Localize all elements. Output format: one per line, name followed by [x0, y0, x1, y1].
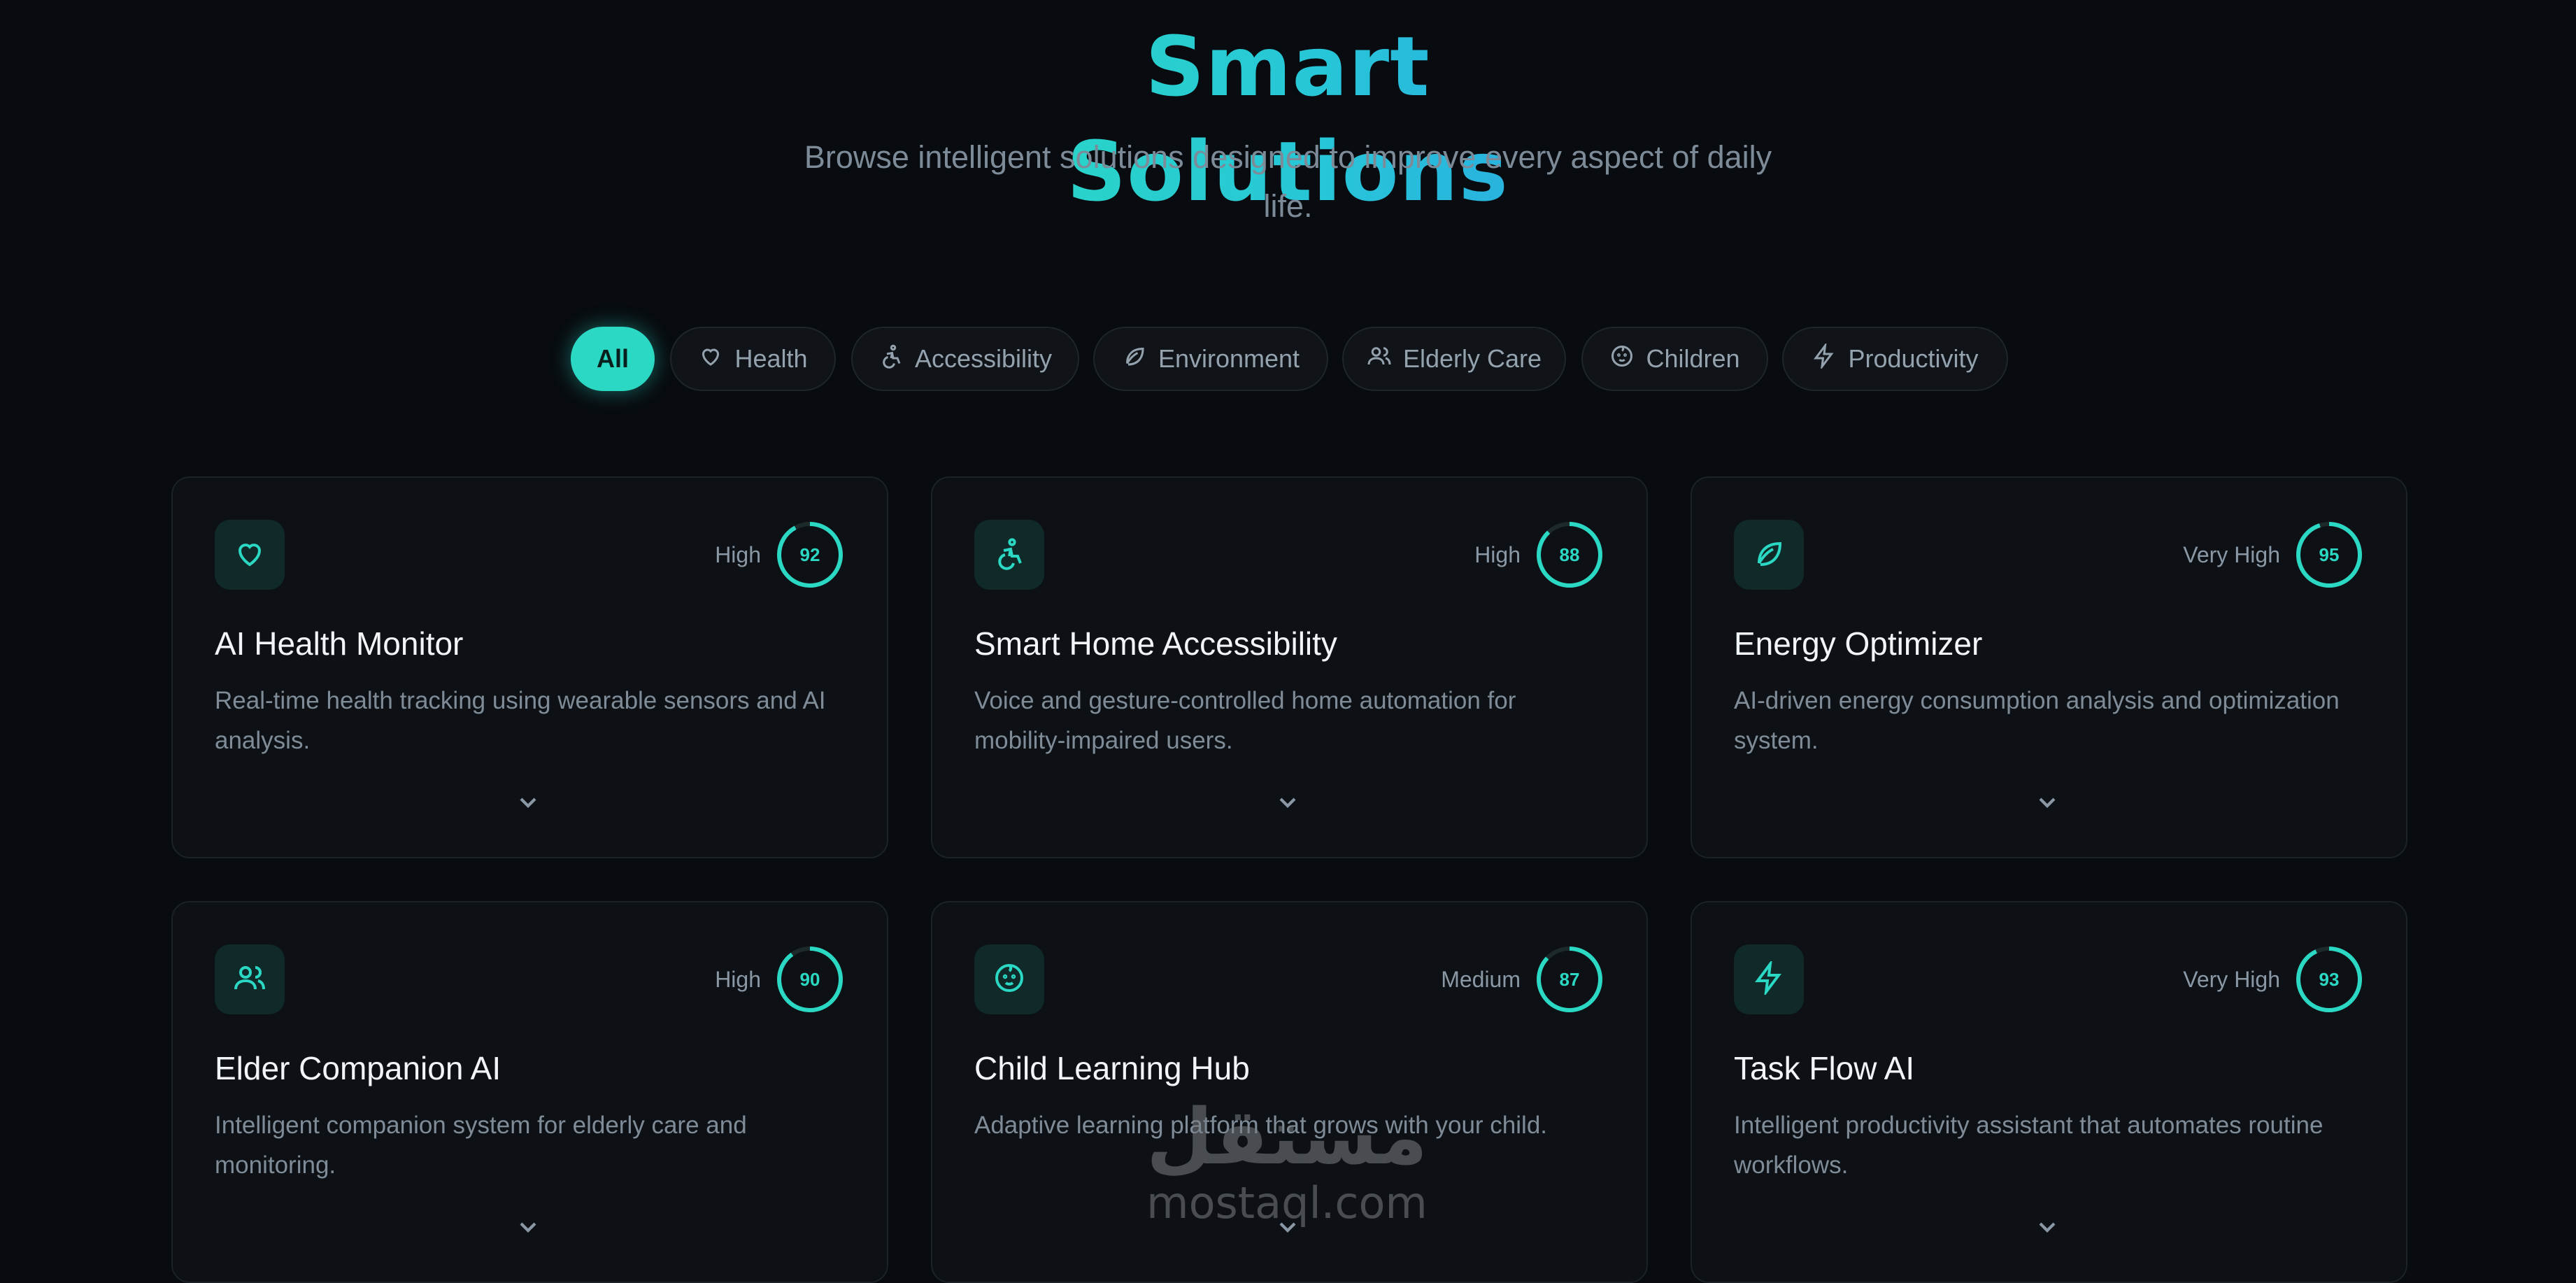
lightning-icon [1812, 341, 1837, 375]
score-ring: 93 [2294, 944, 2364, 1014]
impact-level: High [715, 967, 761, 992]
card-title: Energy Optimizer [1734, 625, 1983, 662]
filter-label: Accessibility [914, 344, 1053, 373]
filter-label: Environment [1158, 344, 1300, 373]
card-title: Elder Companion AI [215, 1050, 501, 1086]
filter-accessibility[interactable]: Accessibility [851, 327, 1079, 391]
score-value: 87 [1559, 968, 1580, 990]
impact-level: Medium [1441, 967, 1521, 992]
filter-all[interactable]: All [571, 327, 655, 391]
filter-productivity[interactable]: Productivity [1782, 327, 2008, 391]
watermark-arabic: مستقل [1146, 1092, 1428, 1182]
filter-children[interactable]: Children [1581, 327, 1768, 391]
accessibility-icon [992, 537, 1026, 574]
solution-card[interactable]: High 92 AI Health Monitor Real-time heal… [171, 476, 888, 858]
card-icon-box [974, 520, 1044, 590]
solution-card[interactable]: High 90 Elder Companion AI Intelligent c… [171, 901, 888, 1283]
card-icon-box [1734, 944, 1804, 1014]
card-description: Real-time health tracking using wearable… [215, 687, 826, 754]
users-icon [233, 961, 266, 998]
score-ring: 87 [1535, 944, 1604, 1014]
score-ring: 88 [1535, 520, 1604, 590]
filter-label: All [596, 344, 629, 373]
card-title: Child Learning Hub [974, 1050, 1250, 1086]
solution-card[interactable]: Very High 95 Energy Optimizer AI-driven … [1691, 476, 2407, 858]
score-value: 93 [2319, 968, 2340, 990]
card-title: Task Flow AI [1734, 1050, 1915, 1086]
score-ring: 92 [775, 520, 845, 590]
filter-environment[interactable]: Environment [1093, 327, 1328, 391]
card-description: AI-driven energy consumption analysis an… [1734, 687, 2340, 754]
solution-card[interactable]: Very High 93 Task Flow AI Intelligent pr… [1691, 901, 2407, 1283]
card-icon-box [215, 944, 285, 1014]
chevron-down-icon[interactable] [2033, 788, 2061, 816]
card-icon-box [1734, 520, 1804, 590]
filter-health[interactable]: Health [670, 327, 836, 391]
impact-level: Very High [2183, 542, 2280, 567]
card-icon-box [215, 520, 285, 590]
watermark: مستقل mostaql.com [1119, 1095, 1455, 1228]
chevron-down-icon[interactable] [2033, 1213, 2061, 1241]
filter-label: Children [1646, 344, 1740, 373]
impact-level: High [1474, 542, 1521, 567]
card-description: Intelligent companion system for elderly… [215, 1112, 747, 1179]
card-icon-box [974, 944, 1044, 1014]
heart-icon [233, 537, 266, 574]
card-description: Intelligent productivity assistant that … [1734, 1112, 2324, 1179]
watermark-latin: mostaql.com [1146, 1177, 1428, 1228]
users-icon [1367, 343, 1392, 375]
score-value: 90 [799, 968, 820, 990]
impact-level: Very High [2183, 967, 2280, 992]
category-filter-bar: All Health Accessibility Environment Eld… [0, 327, 2576, 392]
card-title: AI Health Monitor [215, 625, 464, 662]
impact-level: High [715, 542, 761, 567]
chevron-down-icon[interactable] [514, 788, 542, 816]
accessibility-icon [878, 343, 904, 375]
filter-label: Productivity [1848, 344, 1979, 373]
chevron-down-icon[interactable] [514, 1213, 542, 1241]
leaf-icon [1122, 343, 1147, 375]
card-description: Voice and gesture-controlled home automa… [974, 687, 1516, 754]
leaf-icon [1752, 537, 1786, 574]
baby-icon [1609, 343, 1635, 375]
filter-label: Elderly Care [1402, 344, 1542, 373]
baby-icon [992, 961, 1026, 998]
score-ring: 95 [2294, 520, 2364, 590]
card-title: Smart Home Accessibility [974, 625, 1337, 662]
filter-elderly-care[interactable]: Elderly Care [1342, 327, 1566, 391]
score-value: 92 [799, 544, 820, 565]
score-value: 88 [1559, 544, 1580, 565]
filter-label: Health [734, 344, 808, 373]
score-value: 95 [2319, 544, 2340, 565]
chevron-down-icon[interactable] [1274, 788, 1302, 816]
lightning-icon [1752, 958, 1786, 998]
solution-card[interactable]: High 88 Smart Home Accessibility Voice a… [931, 476, 1648, 858]
page-subtitle: Browse intelligent solutions designed to… [804, 139, 1772, 224]
score-ring: 90 [775, 944, 845, 1014]
heart-icon [698, 343, 723, 375]
